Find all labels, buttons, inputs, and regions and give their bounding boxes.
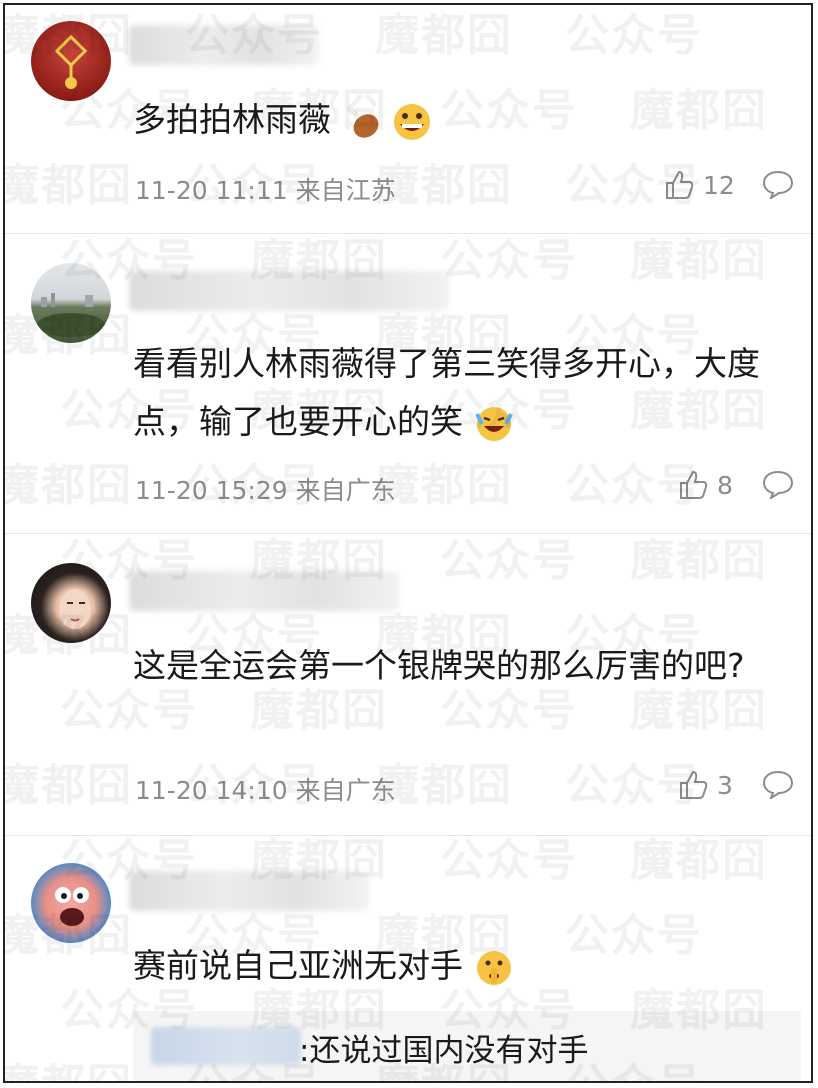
- shush-emoji: [476, 950, 511, 985]
- divider: [5, 533, 811, 534]
- thumbs-up-icon: [680, 770, 708, 799]
- landscape-icon: [37, 293, 105, 337]
- watermark-text: 魔都囧: [375, 460, 513, 511]
- watermark-text: 魔都囧: [630, 835, 768, 886]
- watermark-text: 魔都囧: [3, 460, 133, 511]
- like-button[interactable]: 12: [663, 169, 735, 201]
- avatar[interactable]: [31, 863, 111, 943]
- comment-meta: 11-20 11:11 来自江苏: [135, 176, 396, 205]
- like-count: 8: [717, 470, 733, 500]
- comment-text: 看看别人林雨薇得了第三笑得多开心，大度点，输了也要开心的笑: [133, 335, 771, 451]
- comment-meta: 11-20 14:10 来自广东: [135, 776, 396, 805]
- avatar[interactable]: [31, 21, 111, 101]
- username-blurred[interactable]: [129, 271, 449, 311]
- laugh-tears-emoji: [474, 406, 513, 441]
- cartoon-starfish-icon: [55, 887, 89, 926]
- username-blurred[interactable]: [129, 25, 319, 65]
- like-count: 12: [703, 170, 735, 200]
- avatar[interactable]: [31, 263, 111, 343]
- watermark-text: 魔都囧: [375, 760, 513, 811]
- comment-text: 赛前说自己亚洲无对手: [133, 937, 771, 995]
- like-button[interactable]: 8: [677, 469, 733, 501]
- comment-text: 多拍拍林雨薇: [133, 91, 771, 149]
- watermark-text: 魔都囧: [3, 160, 133, 211]
- comment-text: 这是全运会第一个银牌哭的那么厉害的吧?: [133, 646, 745, 685]
- like-button[interactable]: 3: [677, 769, 733, 801]
- sub-reply-text: :还说过国内没有对手: [299, 1033, 589, 1069]
- watermark-layer: 魔都囧公众号魔都囧公众号公众号魔都囧公众号魔都囧魔都囧公众号魔都囧公众号公众号魔…: [5, 5, 811, 1081]
- comment-reply-icon[interactable]: [761, 169, 795, 199]
- watermark-text: 魔都囧: [3, 760, 133, 811]
- portrait-icon: [59, 589, 91, 629]
- comment-reply-icon[interactable]: [761, 769, 795, 799]
- watermark-text: 公众号: [440, 835, 578, 886]
- grin-emoji: [394, 103, 430, 140]
- comment-feed: 魔都囧公众号魔都囧公众号公众号魔都囧公众号魔都囧魔都囧公众号魔都囧公众号公众号魔…: [3, 3, 813, 1083]
- chinese-knot-icon: [54, 34, 88, 89]
- comment-reply-icon[interactable]: [761, 469, 795, 499]
- like-count: 3: [717, 770, 733, 800]
- avatar[interactable]: [31, 563, 111, 643]
- thumbs-up-icon: [666, 170, 694, 199]
- divider: [5, 835, 811, 836]
- chicken-leg-emoji: [346, 105, 378, 138]
- sub-reply-username-blurred[interactable]: [151, 1027, 301, 1065]
- divider: [5, 233, 811, 234]
- username-blurred[interactable]: [129, 871, 369, 911]
- watermark-text: 魔都囧: [375, 10, 513, 61]
- thumbs-up-icon: [680, 470, 708, 499]
- watermark-text: 公众号: [565, 10, 703, 61]
- comment-meta: 11-20 15:29 来自广东: [135, 476, 396, 505]
- watermark-text: 魔都囧: [375, 160, 513, 211]
- watermark-text: 魔都囧: [5, 1049, 133, 1081]
- username-blurred[interactable]: [129, 571, 399, 611]
- sub-reply[interactable]: :还说过国内没有对手: [133, 1011, 801, 1081]
